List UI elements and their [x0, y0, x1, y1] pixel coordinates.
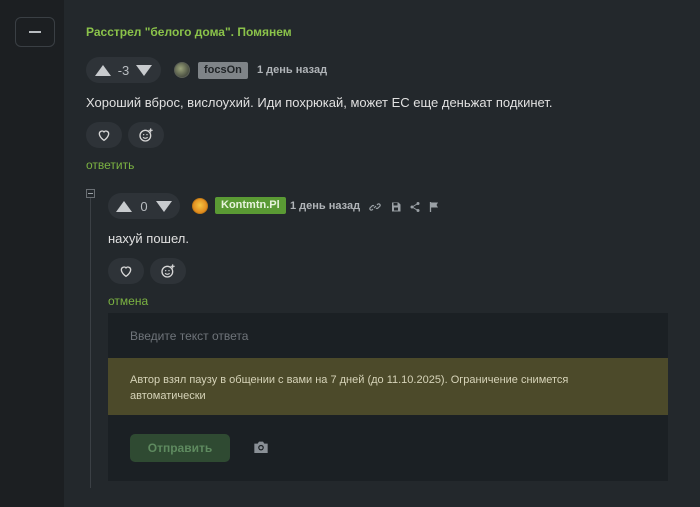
save-button[interactable] [390, 200, 402, 212]
upvote-icon [94, 64, 111, 76]
restriction-notice: Автор взял паузу в общении с вами на 7 д… [108, 358, 668, 415]
downvote-icon [156, 200, 172, 212]
collapse-comments-button[interactable] [15, 17, 55, 47]
reply-rating: 0 [140, 198, 148, 214]
upvote-button[interactable] [92, 59, 114, 81]
reply-vote-box: 0 [108, 193, 180, 219]
link-button[interactable] [369, 200, 381, 212]
link-icon [369, 203, 381, 211]
share-icon [410, 202, 420, 212]
collapse-icon [29, 31, 41, 33]
add-reaction-button[interactable] [128, 122, 164, 148]
comment-username[interactable]: focsOn [198, 62, 248, 79]
cancel-reply-link[interactable]: отмена [108, 294, 148, 308]
comment-rating: -3 [117, 62, 130, 78]
collapse-icon [88, 193, 93, 194]
add-reaction-button[interactable] [150, 258, 186, 284]
left-rail [0, 0, 64, 507]
downvote-button[interactable] [154, 195, 174, 217]
emoji-icon [139, 128, 153, 142]
downvote-button[interactable] [134, 59, 156, 81]
heart-icon [120, 266, 132, 278]
reply-text: нахуй пошел. [108, 231, 189, 246]
heart-icon [98, 130, 110, 142]
like-button[interactable] [108, 258, 144, 284]
thread-line[interactable] [90, 198, 91, 488]
upvote-button[interactable] [114, 195, 134, 217]
avatar[interactable] [192, 198, 208, 214]
send-button[interactable]: Отправить [130, 434, 230, 462]
upvote-icon [116, 200, 132, 212]
comment-timestamp[interactable]: 1 день назад [257, 64, 327, 76]
report-button[interactable] [428, 200, 440, 212]
thread-collapse-toggle[interactable] [86, 189, 95, 198]
save-icon [392, 202, 401, 212]
reply-link[interactable]: ответить [86, 158, 134, 172]
avatar[interactable] [174, 62, 190, 78]
story-title-link[interactable]: Расстрел "белого дома". Помянем [86, 25, 292, 39]
reply-text-input[interactable] [108, 313, 668, 358]
like-button[interactable] [86, 122, 122, 148]
reply-form: Автор взял паузу в общении с вами на 7 д… [108, 313, 668, 481]
reply-username[interactable]: Kontmtn.Pl [215, 197, 286, 214]
reply-timestamp[interactable]: 1 день назад [290, 200, 360, 212]
camera-icon[interactable] [253, 440, 269, 454]
share-button[interactable] [409, 200, 421, 212]
flag-icon [429, 202, 438, 212]
comment-vote-box: -3 [86, 57, 161, 83]
comment-text: Хороший вброс, вислоухий. Иди похрюкай, … [86, 95, 553, 110]
downvote-icon [136, 64, 153, 76]
emoji-icon [161, 264, 175, 278]
